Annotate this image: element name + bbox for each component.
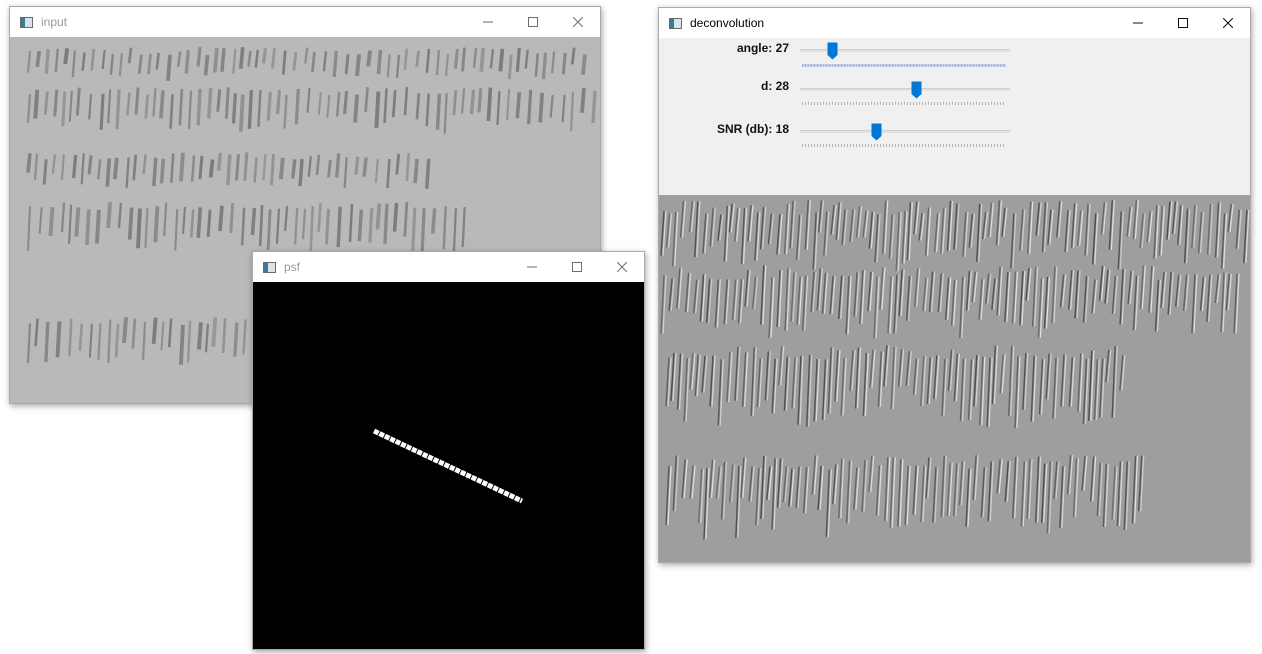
trackbar-snr[interactable] (800, 130, 1010, 133)
minimize-button[interactable] (509, 252, 554, 282)
minimize-icon (1132, 22, 1143, 24)
trackbar-panel: angle: 27 d: 28 SNR (db): 18 (659, 38, 1250, 195)
trackbar-ticks-angle (802, 64, 1006, 67)
trackbar-label-angle: angle: 27 (736, 41, 789, 55)
trackbar-label-snr: SNR (db): 18 (717, 122, 789, 136)
maximize-button[interactable] (554, 252, 599, 282)
close-icon (616, 262, 627, 272)
psf-window-title: psf (284, 260, 301, 274)
minimize-icon (482, 21, 493, 23)
psf-kernel-line (372, 428, 524, 504)
app-icon (263, 261, 276, 273)
close-button[interactable] (555, 7, 600, 37)
trackbar-d[interactable] (800, 88, 1010, 91)
deconvolution-image (659, 195, 1250, 562)
maximize-icon (571, 262, 582, 272)
deconvolution-window[interactable]: deconvolution angle: 27 d: 28 SNR (db): … (658, 7, 1251, 563)
maximize-button[interactable] (1160, 8, 1205, 38)
trackbar-thumb-snr[interactable] (871, 123, 882, 141)
minimize-button[interactable] (1115, 8, 1160, 38)
input-window-title: input (41, 15, 68, 29)
trackbar-ticks-d (802, 102, 1006, 105)
psf-titlebar[interactable]: psf (253, 252, 644, 282)
app-icon (20, 16, 33, 28)
minimize-button[interactable] (465, 7, 510, 37)
close-icon (1222, 18, 1233, 28)
close-icon (572, 17, 583, 27)
deconvolution-window-title: deconvolution (690, 16, 765, 30)
close-button[interactable] (1205, 8, 1250, 38)
maximize-icon (527, 17, 538, 27)
input-titlebar[interactable]: input (10, 7, 600, 37)
app-icon (669, 17, 682, 29)
trackbar-label-d: d: 28 (760, 79, 789, 93)
trackbar-thumb-angle[interactable] (827, 42, 838, 60)
maximize-icon (1177, 18, 1188, 28)
maximize-button[interactable] (510, 7, 555, 37)
deconvolution-titlebar[interactable]: deconvolution (659, 8, 1250, 38)
psf-window[interactable]: psf (252, 251, 645, 650)
psf-image (253, 282, 644, 649)
minimize-icon (526, 266, 537, 268)
deconvolved-text (660, 199, 1250, 540)
close-button[interactable] (599, 252, 644, 282)
trackbar-thumb-d[interactable] (911, 81, 922, 99)
trackbar-ticks-snr (802, 144, 1006, 147)
